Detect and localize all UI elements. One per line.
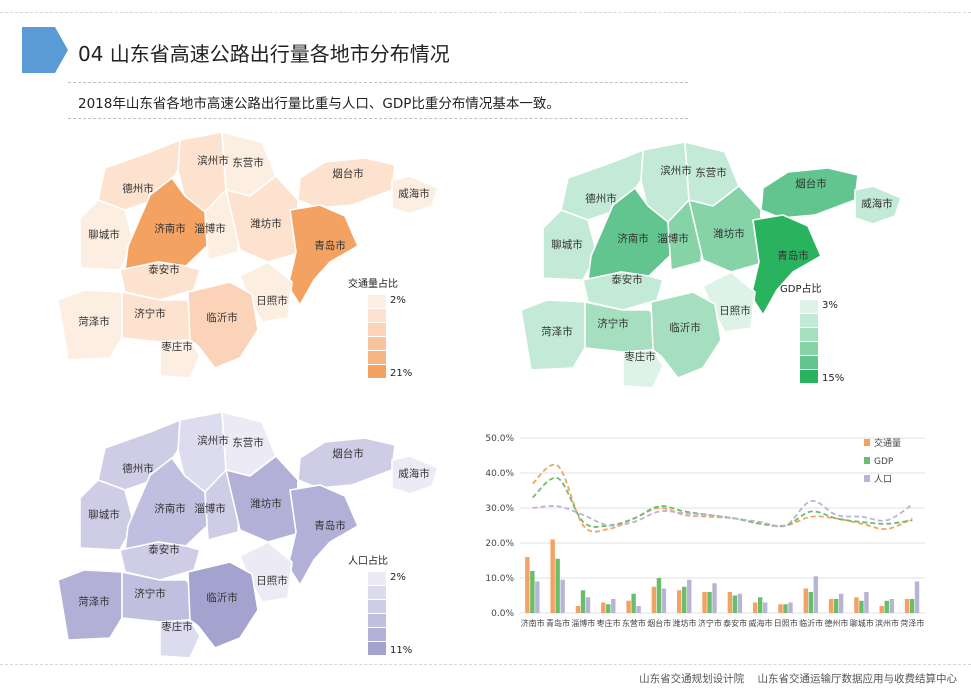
bar-交通量 <box>651 586 657 613</box>
bar-GDP <box>631 593 636 613</box>
bar-GDP <box>682 586 687 613</box>
x-tick-label: 济南市 <box>521 618 545 628</box>
bar-GDP <box>707 592 712 613</box>
bar-人口 <box>687 579 692 613</box>
line-bar-chart: 0.0% 10.0% 20.0% 30.0% 40.0% 50.0% 济南市 青岛市 淄博市 枣庄… <box>485 434 925 628</box>
bar-交通量 <box>677 590 682 613</box>
x-tick-label: 枣庄市 <box>597 618 621 628</box>
bar-GDP <box>555 558 560 613</box>
x-tick-label: 德州市 <box>824 618 848 628</box>
y-tick-label: 0.0% <box>491 609 514 619</box>
bottom-divider <box>0 664 971 665</box>
y-tick-label: 10.0% <box>485 574 514 584</box>
bar-交通量 <box>575 606 581 613</box>
bar-交通量 <box>879 606 884 613</box>
bar-GDP <box>732 595 738 613</box>
bar-交通量 <box>601 602 606 613</box>
bar-交通量 <box>525 557 530 613</box>
bar-人口 <box>535 581 540 613</box>
bar-人口 <box>914 581 920 613</box>
x-tick-label: 滨州市 <box>875 618 899 628</box>
bar-交通量 <box>778 604 783 613</box>
x-tick-label: 烟台市 <box>647 618 671 628</box>
x-tick-label: 聊城市 <box>850 618 874 628</box>
chart-legend-label: 人口 <box>874 474 892 485</box>
bar-GDP <box>833 599 839 613</box>
bar-人口 <box>611 599 616 613</box>
y-tick-label: 20.0% <box>485 539 514 549</box>
chart-legend-label: GDP <box>874 457 894 467</box>
bar-人口 <box>788 602 793 613</box>
trend-line-GDP <box>532 476 913 528</box>
x-tick-label: 济宁市 <box>698 618 722 628</box>
footer-org-1: 山东省交通规划设计院 <box>639 673 745 685</box>
bar-交通量 <box>626 600 631 613</box>
x-tick-label: 临沂市 <box>799 618 823 628</box>
bar-交通量 <box>904 599 910 613</box>
x-tick-label: 日照市 <box>774 618 798 628</box>
bar-交通量 <box>828 599 834 613</box>
bar-交通量 <box>550 539 555 613</box>
x-tick-label: 潍坊市 <box>673 618 697 628</box>
bar-人口 <box>661 588 667 613</box>
x-tick-label: 泰安市 <box>723 618 747 628</box>
chart-legend-swatch <box>864 457 870 464</box>
bar-人口 <box>585 597 591 613</box>
bar-交通量 <box>854 597 859 613</box>
footer-org-2: 山东省交通运输厅数据应用与收费结算中心 <box>757 673 958 685</box>
bar-GDP <box>656 578 662 613</box>
x-tick-label: 菏泽市 <box>900 618 924 628</box>
x-tick-label: 淄博市 <box>571 618 595 628</box>
bar-GDP <box>530 571 535 613</box>
trend-line-人口 <box>532 500 913 528</box>
bar-人口 <box>838 593 844 613</box>
y-tick-label: 30.0% <box>485 504 514 514</box>
bar-GDP <box>580 590 586 613</box>
bar-人口 <box>712 583 717 613</box>
x-tick-label: 威海市 <box>748 618 772 628</box>
y-tick-label: 40.0% <box>485 469 514 479</box>
bar-GDP <box>808 592 813 613</box>
x-tick-label: 青岛市 <box>546 618 570 628</box>
bar-GDP <box>909 599 915 613</box>
chart-legend-swatch <box>864 475 870 482</box>
bar-交通量 <box>803 588 808 613</box>
footer: 山东省交通规划设计院 山东省交通运输厅数据应用与收费结算中心 <box>629 671 957 686</box>
chart-legend-label: 交通量 <box>874 437 901 449</box>
bar-GDP <box>757 597 763 613</box>
bar-交通量 <box>702 592 707 613</box>
bar-交通量 <box>752 602 758 613</box>
bar-人口 <box>560 579 565 613</box>
y-tick-label: 50.0% <box>485 434 514 444</box>
bar-交通量 <box>727 592 733 613</box>
bar-人口 <box>737 593 743 613</box>
bar-人口 <box>813 576 818 613</box>
bar-人口 <box>864 592 869 613</box>
bar-GDP <box>606 604 611 613</box>
bar-人口 <box>889 599 894 613</box>
bar-GDP <box>859 600 864 613</box>
bar-GDP <box>783 604 788 613</box>
chart-legend-swatch <box>864 439 870 446</box>
bar-GDP <box>884 600 889 613</box>
x-tick-label: 东营市 <box>622 618 646 628</box>
bar-人口 <box>762 602 768 613</box>
bar-人口 <box>636 606 641 613</box>
